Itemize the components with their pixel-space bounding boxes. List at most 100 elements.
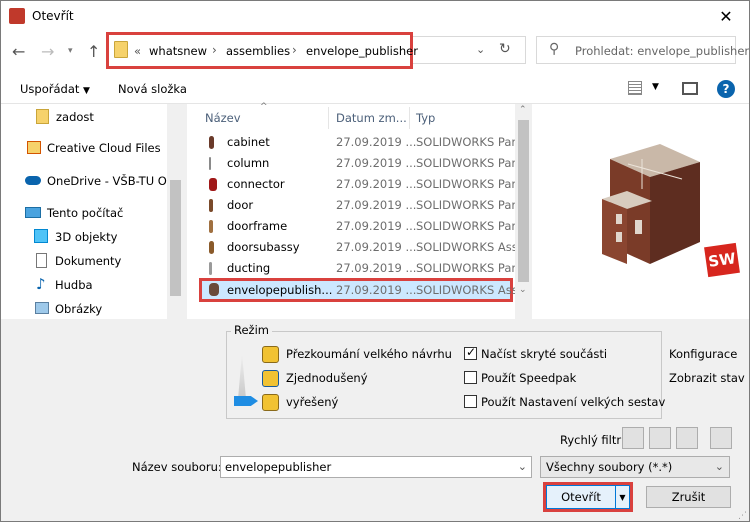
organize-button[interactable]: Uspořádat ▼: [20, 82, 90, 96]
mode-option-label: vyřešený: [286, 395, 339, 409]
file-row-doorframe[interactable]: doorframe 27.09.2019 ... SOLIDWORKS Part: [187, 216, 521, 237]
checkbox-unchecked[interactable]: [464, 395, 477, 408]
chevron-down-icon[interactable]: ⌄: [519, 285, 527, 295]
cancel-button[interactable]: Zrušit: [646, 486, 731, 508]
new-folder-button[interactable]: Nová složka: [118, 82, 187, 96]
file-list-scrollbar[interactable]: ⌃ ⌄: [515, 104, 532, 301]
filename-value: envelopepublisher: [225, 460, 332, 474]
file-date: 27.09.2019 ...: [336, 219, 417, 233]
file-row-column[interactable]: column 27.09.2019 ... SOLIDWORKS Part: [187, 153, 521, 174]
filename-field[interactable]: envelopepublisher ⌄: [220, 456, 532, 478]
nav-item-creative-cloud[interactable]: Creative Cloud Files: [1, 136, 166, 160]
app-icon: [9, 8, 25, 24]
file-date: 27.09.2019 ...: [336, 261, 417, 275]
chevron-down-icon: ▼: [619, 492, 626, 502]
open-options-dropdown[interactable]: ▼: [615, 485, 630, 509]
part-file-icon: [209, 136, 214, 149]
file-type: SOLIDWORKS Part: [416, 135, 521, 149]
nav-item-label: Dokumenty: [55, 254, 122, 268]
nav-item-label: OneDrive - VŠB-TU Ost: [47, 174, 178, 188]
folder-icon: [36, 109, 49, 124]
filter-top-assemblies-icon[interactable]: [710, 427, 732, 449]
search-icon: ⚲: [549, 41, 560, 57]
nav-item-this-pc[interactable]: Tento počítač: [1, 201, 166, 225]
file-row-door[interactable]: door 27.09.2019 ... SOLIDWORKS Part: [187, 195, 521, 216]
breadcrumb-envelope-publisher[interactable]: envelope_publisher: [306, 44, 418, 58]
column-header-date[interactable]: Datum zm...: [336, 111, 407, 125]
filter-assemblies-icon[interactable]: [649, 427, 671, 449]
file-name: cabinet: [227, 135, 270, 149]
file-type: SOLIDWORKS Ass.: [416, 240, 522, 254]
file-row-envelopepublisher[interactable]: envelopepublish... 27.09.2019 ... SOLIDW…: [199, 278, 521, 302]
file-date: 27.09.2019 ...: [336, 177, 417, 191]
lightweight-icon: [262, 370, 279, 387]
picture-icon: [35, 302, 49, 314]
file-row-connector[interactable]: connector 27.09.2019 ... SOLIDWORKS Part: [187, 174, 521, 195]
open-dialog: Otevřít ✕ ← → ▾ ↑ ⌄ ↻ « whatsnew › assem…: [0, 0, 750, 522]
preview-pane-icon[interactable]: [682, 82, 698, 95]
assembly-file-icon: [209, 283, 219, 296]
nav-item-pictures[interactable]: Obrázky: [1, 297, 166, 321]
title-bar: Otevřít ✕: [1, 1, 749, 32]
file-row-cabinet[interactable]: cabinet 27.09.2019 ... SOLIDWORKS Part: [187, 132, 521, 153]
part-file-icon: [209, 157, 211, 170]
address-bar[interactable]: « whatsnew › assemblies › envelope_publi…: [106, 32, 418, 69]
breadcrumb-overflow[interactable]: «: [134, 44, 141, 58]
filter-drawings-icon[interactable]: [676, 427, 698, 449]
cube-icon: [34, 229, 48, 243]
nav-item-label: Tento počítač: [47, 206, 124, 220]
file-row-doorsubassy[interactable]: doorsubassy 27.09.2019 ... SOLIDWORKS As…: [187, 237, 521, 258]
file-type: SOLIDWORKS Ass.: [416, 283, 522, 297]
close-button[interactable]: ✕: [703, 1, 749, 32]
arrow-left-icon: ←: [12, 42, 26, 61]
search-input[interactable]: Prohledat: envelope_publisher: [575, 44, 749, 58]
back-button[interactable]: ←: [12, 42, 25, 61]
scrollbar-thumb[interactable]: [518, 120, 529, 282]
view-options-icon[interactable]: [628, 81, 642, 95]
open-button[interactable]: Otevřít: [546, 485, 616, 509]
part-file-icon: [209, 262, 212, 275]
cloud-icon: [25, 176, 41, 185]
filetype-value: Všechny soubory (*.*): [546, 460, 673, 474]
open-button-label: Otevřít: [561, 490, 601, 504]
display-state-label: Zobrazit stav: [669, 371, 745, 385]
address-breadcrumb: « whatsnew › assemblies › envelope_publi…: [109, 35, 529, 66]
help-icon[interactable]: ?: [717, 80, 735, 98]
breadcrumb-whatsnew[interactable]: whatsnew: [149, 44, 207, 58]
nav-item-onedrive[interactable]: OneDrive - VŠB-TU Ost: [1, 169, 177, 193]
solidworks-logo: SW: [704, 242, 740, 278]
file-type: SOLIDWORKS Part: [416, 177, 521, 191]
filetype-select[interactable]: Všechny soubory (*.*) ⌄: [540, 456, 730, 478]
chevron-down-icon[interactable]: ⌄: [518, 460, 527, 473]
solidworks-badge-text: SW: [707, 249, 737, 271]
nav-scrollbar[interactable]: [167, 104, 184, 319]
nav-item-zadost[interactable]: zadost: [1, 105, 166, 129]
music-note-icon: ♪: [36, 275, 46, 293]
column-header-type[interactable]: Typ: [416, 111, 435, 125]
nav-item-documents[interactable]: Dokumenty: [1, 249, 166, 273]
scrollbar-thumb[interactable]: [170, 180, 181, 296]
close-icon: ✕: [719, 7, 733, 26]
nav-item-3d-objects[interactable]: 3D objekty: [1, 225, 166, 249]
filter-parts-icon[interactable]: [622, 427, 644, 449]
quick-filter-label: Rychlý filtr:: [560, 433, 625, 447]
large-design-review-icon: [262, 346, 279, 363]
up-button[interactable]: ↑: [87, 42, 100, 61]
nav-item-music[interactable]: ♪ Hudba: [1, 273, 166, 297]
breadcrumb-assemblies[interactable]: assemblies: [226, 44, 290, 58]
chevron-up-icon[interactable]: ⌃: [519, 105, 527, 115]
file-date: 27.09.2019 ...: [336, 135, 417, 149]
chevron-down-icon: ▾: [68, 46, 73, 56]
file-name: doorsubassy: [227, 240, 300, 254]
resize-grip-icon[interactable]: ⋰: [738, 511, 747, 521]
checkbox-checked[interactable]: [464, 345, 477, 360]
forward-button[interactable]: →: [41, 42, 54, 61]
chevron-down-icon[interactable]: ▼: [652, 82, 659, 92]
resolved-icon: [262, 394, 279, 411]
column-header-name[interactable]: Název: [205, 111, 241, 125]
search-box[interactable]: ⚲ Prohledat: envelope_publisher: [536, 36, 749, 64]
part-file-icon: [209, 178, 217, 191]
file-row-ducting[interactable]: ducting 27.09.2019 ... SOLIDWORKS Part: [187, 258, 521, 279]
checkbox-unchecked[interactable]: [464, 371, 477, 384]
recent-dropdown[interactable]: ▾: [68, 46, 73, 56]
